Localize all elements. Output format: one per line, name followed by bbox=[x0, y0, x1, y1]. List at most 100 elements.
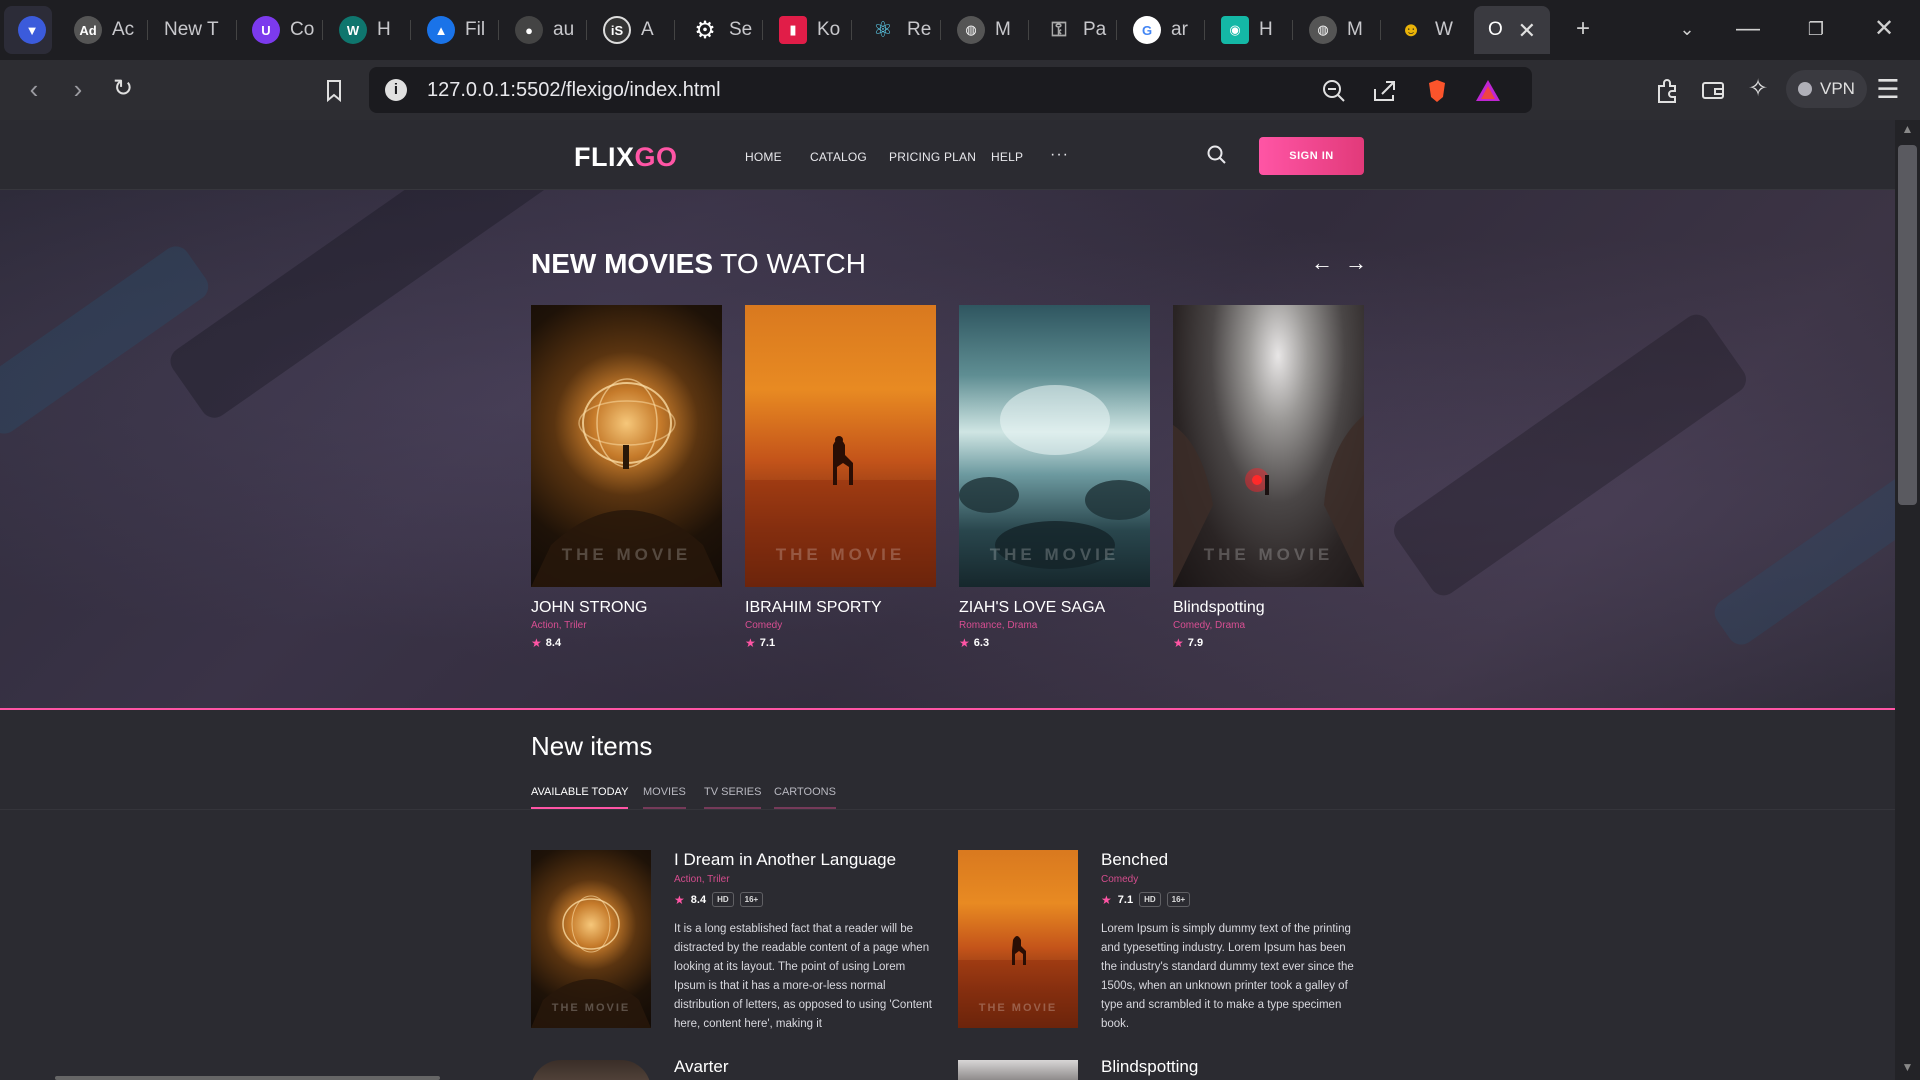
tab-new-tab[interactable]: New T bbox=[150, 6, 225, 54]
age-badge: 16+ bbox=[1166, 892, 1191, 907]
tab-13[interactable]: G ar bbox=[1119, 6, 1194, 54]
horizontal-scrollbar-thumb[interactable] bbox=[55, 1076, 440, 1080]
tab-8[interactable]: ⚙ Se bbox=[677, 6, 752, 54]
movie-rating: ★ 8.4 bbox=[531, 636, 562, 650]
tab-1[interactable]: Ad Ac bbox=[60, 6, 138, 54]
forward-button[interactable]: › bbox=[60, 72, 96, 108]
new-item-card[interactable]: THE MOVIE I Dream in Another Language Ac… bbox=[531, 850, 932, 1030]
tab-active[interactable]: O ✕ bbox=[1474, 6, 1550, 54]
scrollbar-thumb[interactable] bbox=[1898, 145, 1917, 505]
movie-poster[interactable]: THE MOVIE bbox=[959, 305, 1150, 587]
item-poster[interactable] bbox=[958, 1060, 1078, 1080]
back-button[interactable]: ‹ bbox=[16, 72, 52, 108]
site-logo[interactable]: FLIXGO bbox=[574, 142, 678, 173]
close-window-button[interactable]: ✕ bbox=[1864, 14, 1904, 46]
scroll-up-arrow-icon[interactable]: ▲ bbox=[1898, 122, 1917, 140]
owl-icon: ☻ bbox=[1400, 18, 1422, 41]
hero-divider bbox=[0, 708, 1895, 710]
movie-title[interactable]: Blindspotting bbox=[1173, 599, 1364, 617]
tab-list-chevron-icon[interactable]: ⌄ bbox=[1667, 14, 1707, 46]
brave-shields-icon[interactable] bbox=[1423, 77, 1451, 105]
menu-icon[interactable]: ☰ bbox=[1870, 72, 1906, 108]
movie-title[interactable]: IBRAHIM SPORTY bbox=[745, 599, 936, 617]
nav-help[interactable]: HELP bbox=[991, 150, 1023, 164]
bookmark-icon[interactable] bbox=[316, 72, 352, 108]
search-icon[interactable] bbox=[1206, 144, 1228, 166]
tab-3[interactable]: U Co bbox=[238, 6, 314, 54]
movie-poster[interactable]: THE MOVIE bbox=[531, 305, 722, 587]
movie-card[interactable]: THE MOVIE ZIAH'S LOVE SAGA Romance, Dram… bbox=[959, 305, 1150, 650]
movie-title[interactable]: JOHN STRONG bbox=[531, 599, 722, 617]
tab-12[interactable]: ⚿ Pa bbox=[1031, 6, 1106, 54]
item-title[interactable]: Blindspotting bbox=[1101, 1057, 1198, 1077]
star-icon: ★ bbox=[745, 636, 756, 650]
tab-7[interactable]: iS A bbox=[589, 6, 664, 54]
movie-poster[interactable]: THE MOVIE bbox=[745, 305, 936, 587]
new-tab-button[interactable]: + bbox=[1563, 14, 1603, 46]
movie-title[interactable]: ZIAH'S LOVE SAGA bbox=[959, 599, 1150, 617]
site-info-icon[interactable]: i bbox=[385, 79, 407, 101]
movie-poster[interactable]: THE MOVIE bbox=[1173, 305, 1364, 587]
tab-14[interactable]: ◉ H bbox=[1207, 6, 1282, 54]
new-item-card[interactable]: Blindspotting bbox=[958, 1057, 1358, 1080]
movie-rating: ★ 7.1 bbox=[745, 636, 776, 650]
tab-tv-series[interactable]: TV SERIES bbox=[704, 786, 762, 809]
url-text[interactable]: 127.0.0.1:5502/flexigo/index.html bbox=[427, 79, 721, 102]
extensions-icon[interactable] bbox=[1649, 72, 1685, 108]
address-bar[interactable]: i 127.0.0.1:5502/flexigo/index.html bbox=[369, 67, 1532, 113]
minimize-button[interactable]: — bbox=[1728, 14, 1768, 46]
tab-cartoons[interactable]: CARTOONS bbox=[774, 786, 836, 809]
star-icon: ★ bbox=[959, 636, 970, 650]
movie-genre[interactable]: Comedy bbox=[745, 620, 936, 631]
vpn-button[interactable]: VPN bbox=[1786, 70, 1867, 108]
item-genre[interactable]: Comedy bbox=[1101, 874, 1138, 885]
movie-genre[interactable]: Romance, Drama bbox=[959, 620, 1150, 631]
nav-home[interactable]: HOME bbox=[745, 150, 782, 164]
item-description: It is a long established fact that a rea… bbox=[674, 923, 932, 1030]
scroll-down-arrow-icon[interactable]: ▼ bbox=[1898, 1060, 1917, 1078]
close-tab-icon[interactable]: ✕ bbox=[1518, 18, 1536, 44]
sign-in-button[interactable]: SIGN IN bbox=[1259, 137, 1364, 175]
tab-4[interactable]: W H bbox=[325, 6, 395, 54]
new-item-card[interactable]: THE MOVIE Benched Comedy ★ 7.1 HD 16+ Lo… bbox=[958, 850, 1358, 1030]
wallet-icon[interactable] bbox=[1695, 72, 1731, 108]
tab-10[interactable]: ⚛ Re bbox=[855, 6, 931, 54]
nav-pricing-plan[interactable]: PRICING PLAN bbox=[889, 150, 976, 164]
movie-card[interactable]: THE MOVIE IBRAHIM SPORTY Comedy ★ 7.1 bbox=[745, 305, 936, 650]
new-item-card[interactable]: Avarter bbox=[531, 1057, 931, 1080]
tab-15[interactable]: ◍ M bbox=[1295, 6, 1370, 54]
item-poster[interactable]: THE MOVIE bbox=[958, 850, 1078, 1028]
zoom-out-icon[interactable] bbox=[1320, 77, 1348, 105]
movie-genre[interactable]: Action, Triler bbox=[531, 620, 722, 631]
movie-card[interactable]: THE MOVIE Blindspotting Comedy, Drama ★ 7… bbox=[1173, 305, 1364, 650]
tab-movies[interactable]: MOVIES bbox=[643, 786, 686, 809]
tab-16[interactable]: ☻ W bbox=[1383, 6, 1458, 54]
tab-6[interactable]: ● au bbox=[501, 6, 576, 54]
item-poster[interactable] bbox=[531, 1060, 651, 1080]
tab-brave[interactable]: ▼ bbox=[4, 6, 52, 54]
item-title[interactable]: Avarter bbox=[674, 1057, 729, 1077]
leo-ai-icon[interactable]: ✧ bbox=[1740, 72, 1776, 108]
restore-button[interactable]: ❐ bbox=[1796, 14, 1836, 46]
reload-button[interactable]: ↻ bbox=[105, 72, 141, 108]
tab-11[interactable]: ◍ M bbox=[943, 6, 1018, 54]
item-title[interactable]: I Dream in Another Language bbox=[674, 850, 896, 870]
nav-catalog[interactable]: CATALOG bbox=[810, 150, 867, 164]
nav-more-icon[interactable]: ··· bbox=[1050, 146, 1069, 164]
movie-genre[interactable]: Comedy, Drama bbox=[1173, 620, 1364, 631]
item-poster[interactable]: THE MOVIE bbox=[531, 850, 651, 1028]
poster-watermark: THE MOVIE bbox=[551, 1002, 631, 1014]
item-genre[interactable]: Action, Triler bbox=[674, 874, 730, 885]
carousel-next-arrow-icon[interactable]: → bbox=[1345, 250, 1367, 276]
tab-5[interactable]: ▲ Fil bbox=[413, 6, 488, 54]
share-icon[interactable] bbox=[1370, 77, 1398, 105]
browser-tab-strip: ▼ Ad Ac New T U Co W H ▲ Fil ● au iS A ⚙… bbox=[0, 0, 1920, 60]
tab-9[interactable]: ▮ Ko bbox=[765, 6, 840, 54]
site-header: FLIXGO HOME CATALOG PRICING PLAN HELP ··… bbox=[0, 120, 1895, 190]
carousel-prev-arrow-icon[interactable]: ← bbox=[1311, 250, 1333, 276]
brave-rewards-icon[interactable] bbox=[1474, 77, 1502, 105]
movie-card[interactable]: THE MOVIE JOHN STRONG Action, Triler ★ 8.… bbox=[531, 305, 722, 650]
code-icon: ◉ bbox=[1221, 16, 1249, 44]
item-title[interactable]: Benched bbox=[1101, 850, 1168, 870]
tab-available-today[interactable]: AVAILABLE TODAY bbox=[531, 786, 629, 809]
